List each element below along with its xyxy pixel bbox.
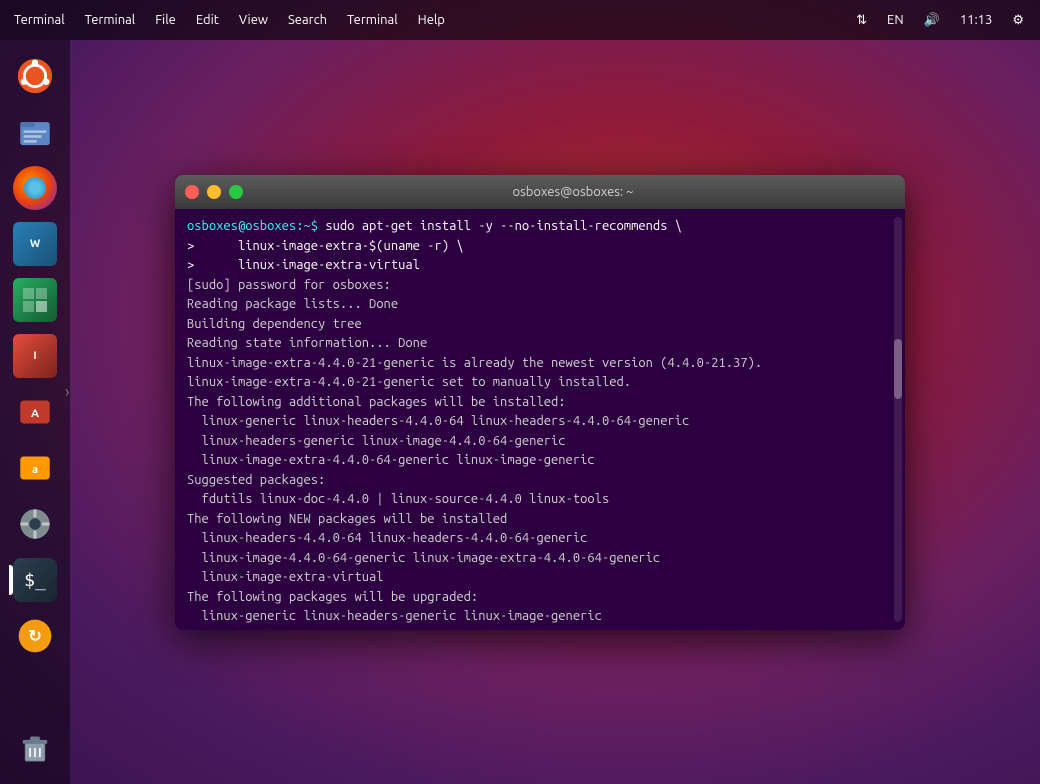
sidebar-item-firefox[interactable]	[9, 162, 61, 214]
svg-text:a: a	[32, 463, 38, 476]
sidebar-item-impress[interactable]: I	[9, 330, 61, 382]
terminal-icon: $_	[13, 558, 57, 602]
settings-icon[interactable]: ⚙	[1006, 11, 1030, 30]
tools-icon	[17, 506, 53, 542]
terminal-body[interactable]: osboxes@osboxes:~$ sudo apt-get install …	[175, 209, 905, 630]
sidebar-item-terminal[interactable]: $_	[9, 554, 61, 606]
menu-terminal1[interactable]: Terminal	[4, 9, 75, 31]
trash-icon	[17, 730, 53, 766]
sidebar-item-calc[interactable]	[9, 274, 61, 326]
amazon-icon: a	[17, 450, 53, 486]
writer-icon: W	[13, 222, 57, 266]
sidebar-item-files[interactable]	[9, 106, 61, 158]
clock[interactable]: 11:13	[954, 11, 999, 29]
window-maximize-button[interactable]	[229, 185, 243, 199]
calc-icon	[13, 278, 57, 322]
terminal-output: osboxes@osboxes:~$ sudo apt-get install …	[187, 217, 893, 630]
sidebar-item-tools[interactable]	[9, 498, 61, 550]
files-icon	[17, 114, 53, 150]
window-close-button[interactable]	[185, 185, 199, 199]
sidebar-item-trash[interactable]	[9, 722, 61, 774]
calc-grid-icon	[21, 286, 49, 314]
sidebar-item-writer[interactable]: W	[9, 218, 61, 270]
dock: W I A a	[0, 40, 70, 784]
menu-view[interactable]: View	[229, 9, 278, 31]
volume-icon[interactable]: 🔊	[918, 11, 946, 30]
top-menubar: Terminal Terminal File Edit View Search …	[0, 0, 1040, 40]
ubuntu-logo-icon	[17, 58, 53, 94]
sidebar-expand-arrow[interactable]: ›	[65, 383, 70, 401]
menu-help[interactable]: Help	[408, 9, 455, 31]
menu-edit[interactable]: Edit	[186, 9, 229, 31]
keyboard-layout[interactable]: EN	[881, 11, 910, 29]
svg-text:A: A	[31, 407, 39, 420]
terminal-window-title: osboxes@osboxes: ~	[251, 185, 895, 199]
menu-terminal3[interactable]: Terminal	[337, 9, 408, 31]
terminal-scrollbar[interactable]	[894, 217, 902, 622]
impress-icon: I	[13, 334, 57, 378]
sidebar-item-software[interactable]: A	[9, 386, 61, 438]
firefox-icon	[13, 166, 57, 210]
sidebar-item-amazon[interactable]: a	[9, 442, 61, 494]
menu-file[interactable]: File	[145, 9, 186, 31]
terminal-scrollbar-thumb[interactable]	[894, 339, 902, 399]
terminal-window: osboxes@osboxes: ~ osboxes@osboxes:~$ su…	[175, 175, 905, 630]
menu-search[interactable]: Search	[278, 9, 337, 31]
updater-icon: ↻	[17, 618, 53, 654]
system-tray: ⇅ EN 🔊 11:13 ⚙	[850, 11, 1040, 30]
menu-bar: Terminal Terminal File Edit View Search …	[0, 9, 850, 31]
network-icon[interactable]: ⇅	[850, 11, 873, 30]
svg-text:↻: ↻	[28, 628, 42, 646]
sidebar-item-updater[interactable]: ↻	[9, 610, 61, 662]
software-center-icon: A	[17, 394, 53, 430]
sidebar-item-ubuntu[interactable]	[9, 50, 61, 102]
window-minimize-button[interactable]	[207, 185, 221, 199]
menu-terminal2[interactable]: Terminal	[75, 9, 146, 31]
terminal-titlebar: osboxes@osboxes: ~	[175, 175, 905, 209]
